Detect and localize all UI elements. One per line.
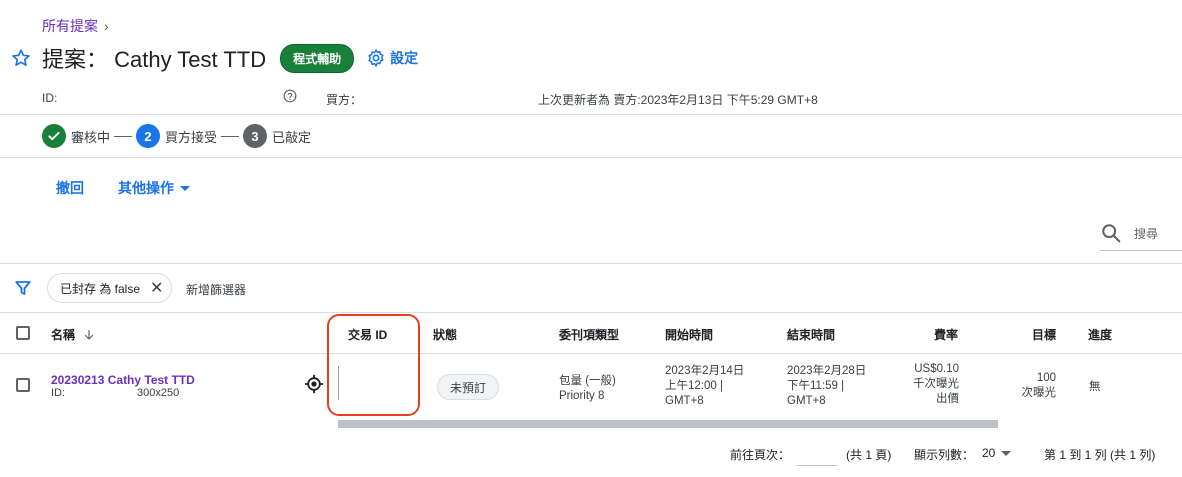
search-input[interactable]: 搜尋 (1134, 225, 1158, 242)
step-number-3: 3 (243, 124, 268, 148)
divider (0, 263, 1182, 264)
chevron-right-icon: › (104, 18, 109, 34)
step-label-buyer-accept: 買方接受 (165, 129, 218, 145)
gear-icon (368, 49, 384, 67)
column-header-progress[interactable]: 進度 (1088, 326, 1112, 343)
rate-unit-text: 千次曝光 (913, 378, 959, 390)
goal-unit-text: 次曝光 (1021, 387, 1057, 399)
row-name-link[interactable]: 20230213 Cathy Test TTD (51, 373, 195, 387)
breadcrumb-all-proposals[interactable]: 所有提案 (42, 16, 98, 36)
close-icon[interactable]: ✕ (150, 278, 163, 298)
row-progress: 無 (1089, 381, 1101, 393)
step-connector (114, 135, 133, 137)
divider (0, 114, 1182, 115)
row-creative-size: 300x250 (137, 387, 180, 399)
row-range-text: 第 1 到 1 列 (共 1 列) (1044, 448, 1156, 462)
filter-chip-archived[interactable]: 已封存 為 false ✕ (47, 273, 173, 303)
programmatic-badge: 程式輔助 (280, 43, 355, 73)
buyer-label: 買方： (326, 93, 363, 107)
breadcrumb[interactable]: 所有提案 › (42, 16, 109, 36)
start-date-text: 2023年2月14日 (665, 365, 745, 377)
more-actions-label: 其他操作 (118, 180, 174, 196)
column-header-rate[interactable]: 費率 (934, 326, 958, 343)
rate-amount-text: US$0.10 (914, 363, 959, 375)
target-icon[interactable] (304, 374, 324, 394)
caret-down-icon[interactable] (1001, 451, 1011, 456)
page-title: 提案： Cathy Test TTD (42, 47, 267, 72)
divider (0, 353, 1182, 354)
arrow-down-icon (84, 329, 94, 340)
row-goal: 100 次曝光 (1000, 371, 1057, 401)
column-header-name[interactable]: 名稱 (51, 326, 95, 343)
add-filter-button[interactable]: 新增篩選器 (186, 281, 246, 298)
column-header-status[interactable]: 狀態 (433, 326, 457, 343)
start-time-text: 上午12:00 | (665, 380, 723, 392)
step-label-finalized: 已敲定 (272, 129, 312, 145)
goto-page-label: 前往頁次： (730, 448, 791, 462)
column-header-line-item-type[interactable]: 委刊項類型 (559, 326, 619, 343)
step-number-2: 2 (136, 124, 161, 148)
rate-type-text: 出價 (936, 393, 959, 405)
goal-amount-text: 100 (1036, 372, 1056, 384)
goto-page-input[interactable] (797, 444, 837, 466)
line-item-priority-text: Priority 8 (559, 390, 605, 402)
column-header-end-time[interactable]: 結束時間 (787, 326, 835, 343)
end-time-text: 下午11:59 | (787, 380, 845, 392)
check-icon (42, 124, 66, 148)
star-icon[interactable] (10, 47, 32, 69)
total-pages-text: (共 1 頁) (846, 448, 892, 462)
line-item-type-text: 包量 (一般) (559, 375, 616, 387)
search-icon (1102, 224, 1121, 243)
last-updated: 上次更新者為 賣方:2023年2月13日 下午5:29 GMT+8 (538, 93, 818, 107)
horizontal-scrollbar[interactable] (338, 420, 998, 428)
help-icon[interactable] (283, 89, 297, 103)
action-bar: 撤回 其他操作 (56, 178, 190, 198)
end-timezone-text: GMT+8 (787, 395, 826, 407)
row-checkbox[interactable] (16, 378, 30, 392)
status-stepper: 審核中 2 買方接受 3 已敲定 (42, 124, 315, 148)
divider (0, 157, 1182, 158)
step-connector (221, 135, 240, 137)
title-row: 提案： Cathy Test TTD 程式輔助 設定 (10, 43, 418, 73)
column-header-goal[interactable]: 目標 (1032, 326, 1056, 343)
row-id-label: ID: (51, 387, 66, 399)
column-header-start-time[interactable]: 開始時間 (665, 326, 713, 343)
settings-label: 設定 (390, 50, 419, 66)
status-badge: 未預訂 (437, 374, 500, 400)
revoke-button[interactable]: 撤回 (56, 178, 84, 198)
divider (0, 312, 1182, 313)
rows-per-page-label: 顯示列數： (914, 448, 975, 462)
proposal-id: ID: (42, 91, 58, 105)
row-line-item-type: 包量 (一般) Priority 8 (559, 374, 616, 404)
rows-per-page-select[interactable]: 20 (982, 446, 995, 460)
search-field[interactable]: 搜尋 (1100, 222, 1182, 251)
filter-icon[interactable] (14, 279, 32, 297)
row-start-time: 2023年2月14日 上午12:00 | GMT+8 (665, 364, 744, 409)
deal-id-highlight-box (327, 314, 420, 416)
column-header-name-label: 名稱 (51, 328, 76, 342)
row-end-time: 2023年2月28日 下午11:59 | GMT+8 (787, 364, 866, 409)
end-date-text: 2023年2月28日 (787, 365, 867, 377)
caret-down-icon (180, 185, 190, 191)
more-actions-button[interactable]: 其他操作 (118, 178, 190, 198)
step-label-review: 審核中 (71, 129, 111, 145)
settings-button[interactable]: 設定 (366, 48, 418, 68)
select-all-checkbox[interactable] (16, 326, 30, 340)
start-timezone-text: GMT+8 (665, 395, 704, 407)
row-rate: US$0.10 千次曝光 出價 (890, 362, 959, 407)
filter-chip-label: 已封存 為 false (60, 281, 141, 296)
